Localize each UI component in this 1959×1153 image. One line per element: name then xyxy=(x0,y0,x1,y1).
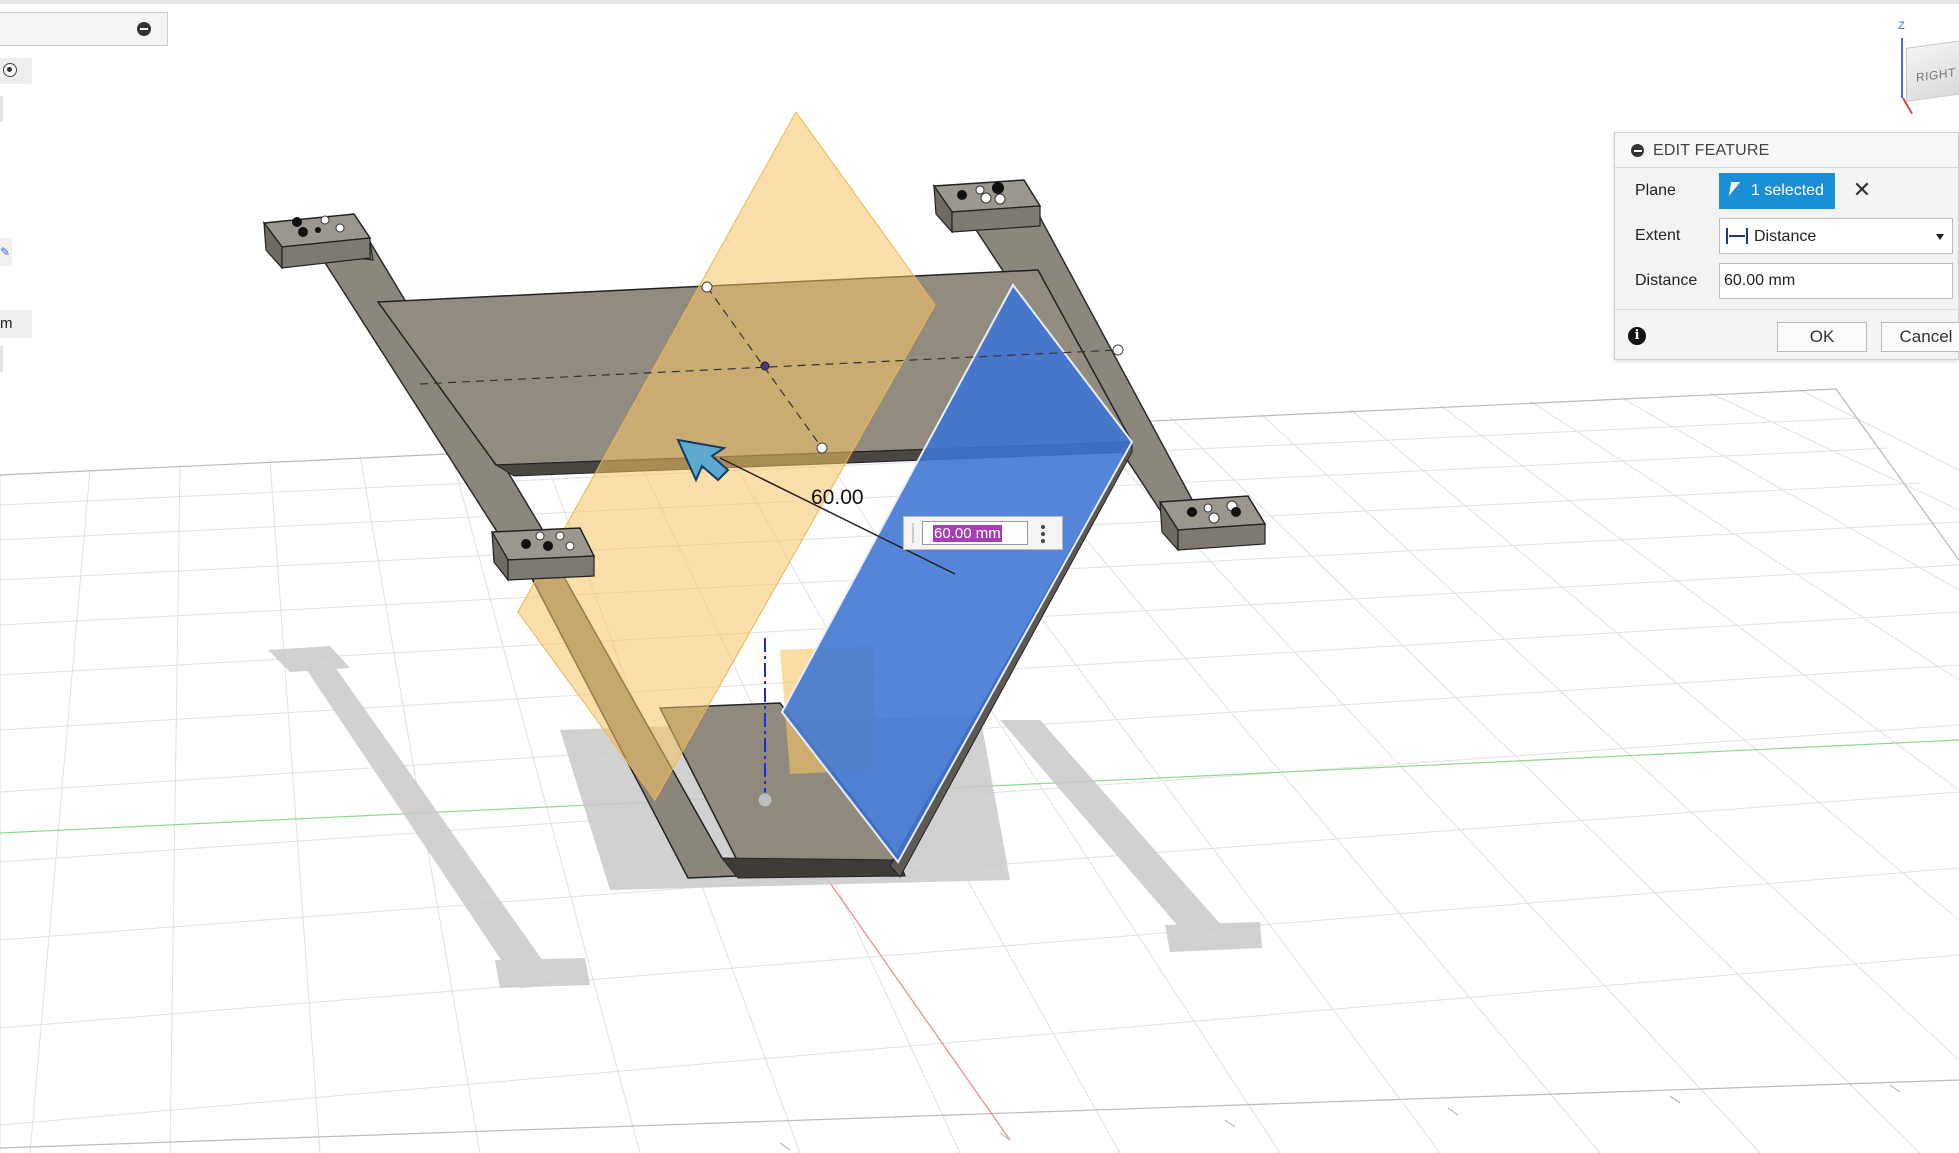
origin-point xyxy=(757,792,773,808)
top-toolbar-edge xyxy=(0,0,1959,4)
mount-pad-top-left xyxy=(262,213,372,270)
plane-row: Plane 1 selected ✕ xyxy=(1615,171,1958,211)
dialog-title: EDIT FEATURE xyxy=(1653,142,1770,159)
dimension-input-value: 60.00 mm xyxy=(933,525,1002,542)
plane-handle-point[interactable] xyxy=(701,281,713,293)
dimension-label: 60.00 xyxy=(811,486,864,509)
plane-selection-button[interactable]: 1 selected xyxy=(1719,173,1835,209)
mount-pad-bottom-right xyxy=(1158,495,1267,552)
distance-input[interactable] xyxy=(1719,263,1953,299)
dimension-input[interactable]: 60.00 mm xyxy=(922,521,1028,545)
mount-pad-bottom-left xyxy=(490,527,596,582)
cursor-icon xyxy=(1728,182,1741,196)
plane-origin-point xyxy=(760,361,770,371)
minus-circle-icon[interactable] xyxy=(137,22,151,36)
ok-button[interactable]: OK xyxy=(1777,322,1867,352)
chevron-down-icon[interactable] xyxy=(1936,234,1944,240)
dialog-header[interactable]: EDIT FEATURE xyxy=(1615,133,1958,168)
edit-feature-dialog: EDIT FEATURE Plane 1 selected ✕ Extent D… xyxy=(1614,132,1959,360)
more-options-icon[interactable] xyxy=(1041,525,1045,543)
plane-handle-point[interactable] xyxy=(1112,344,1124,356)
plane-handle-point[interactable] xyxy=(816,442,828,454)
browser-panel-header[interactable] xyxy=(0,12,168,46)
view-cube[interactable]: Z RIGHT xyxy=(1880,18,1959,118)
plane-label: Plane xyxy=(1635,182,1676,199)
browser-visibility-toggle[interactable] xyxy=(0,58,32,84)
pencil-icon[interactable]: ✎ xyxy=(0,238,12,266)
browser-unit-field[interactable]: m xyxy=(0,310,32,338)
drag-grip[interactable] xyxy=(912,523,914,543)
grid-ruler-ticks xyxy=(779,1084,1901,1151)
radio-icon[interactable] xyxy=(3,63,17,77)
extent-selected-value: Distance xyxy=(1754,228,1817,245)
unit-suffix: m xyxy=(0,315,13,332)
browser-row-edge xyxy=(0,346,3,372)
plane-selection-count: 1 selected xyxy=(1751,182,1824,199)
z-axis-indicator xyxy=(1901,38,1903,98)
extent-dropdown[interactable]: Distance xyxy=(1719,218,1953,254)
extent-label: Extent xyxy=(1635,227,1681,244)
dimension-input-box: 60.00 mm xyxy=(903,516,1063,550)
cancel-button[interactable]: Cancel xyxy=(1881,322,1959,352)
browser-row-edge xyxy=(0,96,3,122)
info-icon[interactable]: i xyxy=(1628,327,1646,345)
mount-pad-top-right xyxy=(932,179,1042,234)
extent-row: Extent Distance xyxy=(1615,216,1958,256)
minus-circle-icon[interactable] xyxy=(1631,144,1644,157)
clear-selection-icon[interactable]: ✕ xyxy=(1849,177,1875,203)
z-axis-label: Z xyxy=(1898,20,1905,32)
distance-label: Distance xyxy=(1635,272,1698,289)
dialog-footer: i OK Cancel xyxy=(1615,309,1959,362)
distance-row: Distance xyxy=(1615,261,1958,301)
distance-icon xyxy=(1726,228,1748,244)
